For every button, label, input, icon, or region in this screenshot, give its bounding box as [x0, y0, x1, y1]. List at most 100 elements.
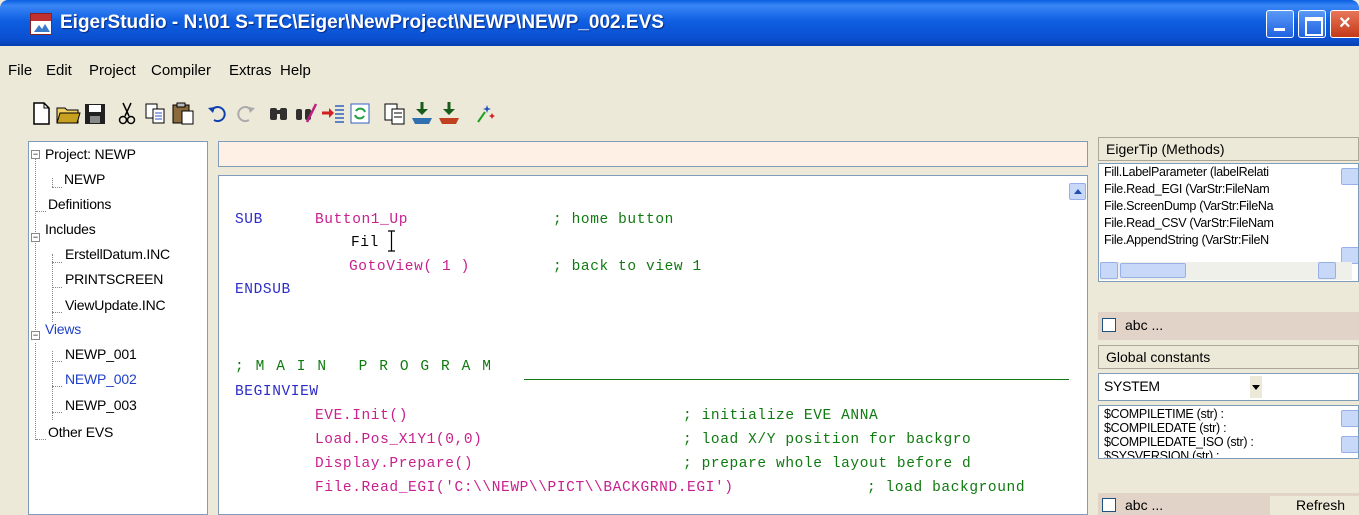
code-comment: ; load background — [867, 480, 1026, 496]
constants-abc-checkbox[interactable] — [1102, 498, 1116, 512]
tree-item-view[interactable]: NEWP_001 — [65, 346, 137, 362]
compile-icon[interactable] — [409, 100, 435, 127]
chevron-down-icon[interactable] — [1250, 376, 1262, 398]
eigertip-item[interactable]: Fill.LabelParameter (labelRelati — [1104, 165, 1269, 179]
code-call: File.Read_EGI('C:\\NEWP\\PICT\\BACKGRND.… — [315, 480, 734, 496]
tree-item-include[interactable]: PRINTSCREEN — [65, 271, 163, 287]
eigertip-item[interactable]: File.Read_CSV (VarStr:FileNam — [1104, 216, 1274, 230]
editor-info-bar — [218, 141, 1088, 167]
menu-file[interactable]: File — [8, 62, 32, 79]
scroll-up-arrow-icon[interactable] — [1069, 183, 1086, 200]
properties-icon[interactable] — [382, 100, 408, 127]
right-panel: EigerTip (Methods) Fill.LabelParameter (… — [1097, 137, 1359, 515]
project-tree: − − − Project: NEWP NEWP Definitions Inc… — [28, 141, 208, 515]
toolbar — [28, 100, 708, 132]
text-cursor-icon — [388, 230, 395, 252]
copy-icon[interactable] — [142, 100, 168, 127]
constant-item[interactable]: $SYSVERSION (str) : — [1104, 449, 1219, 458]
tree-item-view-selected[interactable]: NEWP_002 — [65, 371, 137, 387]
app-logo-icon — [30, 13, 52, 35]
code-keyword-beginview: BEGINVIEW — [235, 384, 319, 400]
code-call: Display.Prepare() — [315, 456, 474, 472]
refresh-button[interactable]: Refresh — [1270, 496, 1359, 515]
constant-item[interactable]: $COMPILETIME (str) : — [1104, 407, 1224, 421]
paste-icon[interactable] — [170, 100, 196, 127]
open-folder-icon[interactable] — [55, 100, 81, 127]
code-editor[interactable]: SUB Button1_Up ; home button Fil GotoVie… — [218, 175, 1088, 515]
scroll-up-arrow-icon[interactable] — [1341, 168, 1358, 185]
expand-toggle-project[interactable]: − — [31, 150, 40, 159]
eigertip-list[interactable]: Fill.LabelParameter (labelRelati File.Re… — [1098, 163, 1359, 282]
maximize-button[interactable] — [1298, 10, 1326, 38]
code-keyword-sub: SUB — [235, 212, 263, 228]
code-comment: ; initialize EVE ANNA — [683, 408, 879, 424]
code-goto-call: GotoView( 1 ) — [349, 259, 470, 275]
horizontal-scrollbar[interactable] — [1100, 262, 1352, 280]
menu-extras[interactable]: Extras — [229, 62, 272, 79]
constants-abc-label: abc ... — [1125, 497, 1164, 513]
undo-icon[interactable] — [205, 100, 231, 127]
scroll-down-arrow-icon[interactable] — [1341, 436, 1358, 453]
tree-item-include[interactable]: ErstellDatum.INC — [65, 246, 170, 262]
minimize-button[interactable] — [1266, 10, 1294, 38]
code-comment: ; home button — [553, 212, 674, 228]
tree-item-views[interactable]: Views — [45, 321, 81, 337]
code-line-fil: Fil — [351, 235, 379, 251]
expand-toggle-views[interactable]: − — [31, 331, 40, 340]
find-replace-icon[interactable] — [293, 100, 319, 127]
code-keyword-endsub: ENDSUB — [235, 282, 291, 298]
tree-item-view[interactable]: NEWP_003 — [65, 397, 137, 413]
code-main-header: ; M A I N P R O G R A M — [235, 359, 493, 375]
save-icon[interactable] — [82, 100, 108, 127]
main-window: EigerStudio - N:\01 S-TEC\Eiger\NewProje… — [0, 0, 1359, 515]
menu-help[interactable]: Help — [280, 62, 311, 79]
scroll-up-arrow-icon[interactable] — [1341, 410, 1358, 427]
tree-item-include[interactable]: ViewUpdate.INC — [65, 297, 166, 313]
tree-item-includes[interactable]: Includes — [45, 221, 96, 237]
code-comment: ; prepare whole layout before d — [683, 456, 972, 472]
close-button[interactable]: × — [1330, 10, 1359, 38]
eigertip-item[interactable]: File.Read_EGI (VarStr:FileNam — [1104, 182, 1270, 196]
eigertip-item[interactable]: File.ScreenDump (VarStr:FileNa — [1104, 199, 1274, 213]
redo-icon[interactable] — [232, 100, 258, 127]
eigertip-abc-label: abc ... — [1125, 317, 1164, 333]
code-comment: ; load X/Y position for backgro — [683, 432, 972, 448]
constant-item[interactable]: $COMPILEDATE_ISO (str) : — [1104, 435, 1254, 449]
wizard-icon[interactable] — [473, 100, 499, 127]
close-icon: × — [1339, 12, 1351, 34]
code-sub-name: Button1_Up — [315, 212, 409, 228]
eigertip-filter-row: abc ... — [1098, 312, 1359, 340]
title-bar[interactable]: EigerStudio - N:\01 S-TEC\Eiger\NewProje… — [0, 0, 1359, 46]
scroll-left-arrow-icon[interactable] — [1100, 262, 1118, 279]
constants-header: Global constants — [1098, 345, 1359, 369]
new-file-icon[interactable] — [28, 100, 54, 127]
constant-item[interactable]: $COMPILEDATE (str) : — [1104, 421, 1227, 435]
scroll-right-arrow-icon[interactable] — [1318, 262, 1336, 279]
indent-icon[interactable] — [320, 100, 346, 127]
constants-list[interactable]: $COMPILETIME (str) : $COMPILEDATE (str) … — [1098, 405, 1359, 459]
code-call: EVE.Init() — [315, 408, 409, 424]
cut-icon[interactable] — [114, 100, 140, 127]
window-title: EigerStudio - N:\01 S-TEC\Eiger\NewProje… — [60, 12, 664, 33]
tree-item-project[interactable]: Project: NEWP — [45, 146, 136, 162]
constants-dropdown-value: SYSTEM — [1104, 378, 1160, 394]
tree-item-definitions[interactable]: Definitions — [48, 196, 111, 212]
expand-toggle-includes[interactable]: − — [31, 233, 40, 242]
tree-item-newp[interactable]: NEWP — [64, 171, 105, 187]
refresh-icon[interactable] — [347, 100, 373, 127]
menu-bar: File Edit Project Compiler Extras Help — [0, 56, 1359, 86]
eigertip-header: EigerTip (Methods) — [1098, 137, 1359, 161]
code-call: Load.Pos_X1Y1(0,0) — [315, 432, 483, 448]
eigertip-item[interactable]: File.AppendString (VarStr:FileN — [1104, 233, 1269, 247]
find-icon[interactable] — [266, 100, 292, 127]
menu-compiler[interactable]: Compiler — [151, 62, 211, 79]
eigertip-abc-checkbox[interactable] — [1102, 318, 1116, 332]
constants-dropdown[interactable]: SYSTEM — [1098, 373, 1359, 401]
scroll-thumb[interactable] — [1120, 263, 1186, 278]
code-header-rule — [524, 379, 1069, 380]
tree-item-other-evs[interactable]: Other EVS — [48, 424, 113, 440]
code-comment: ; back to view 1 — [553, 259, 702, 275]
compile-run-icon[interactable] — [436, 100, 462, 127]
menu-project[interactable]: Project — [89, 62, 136, 79]
menu-edit[interactable]: Edit — [46, 62, 72, 79]
